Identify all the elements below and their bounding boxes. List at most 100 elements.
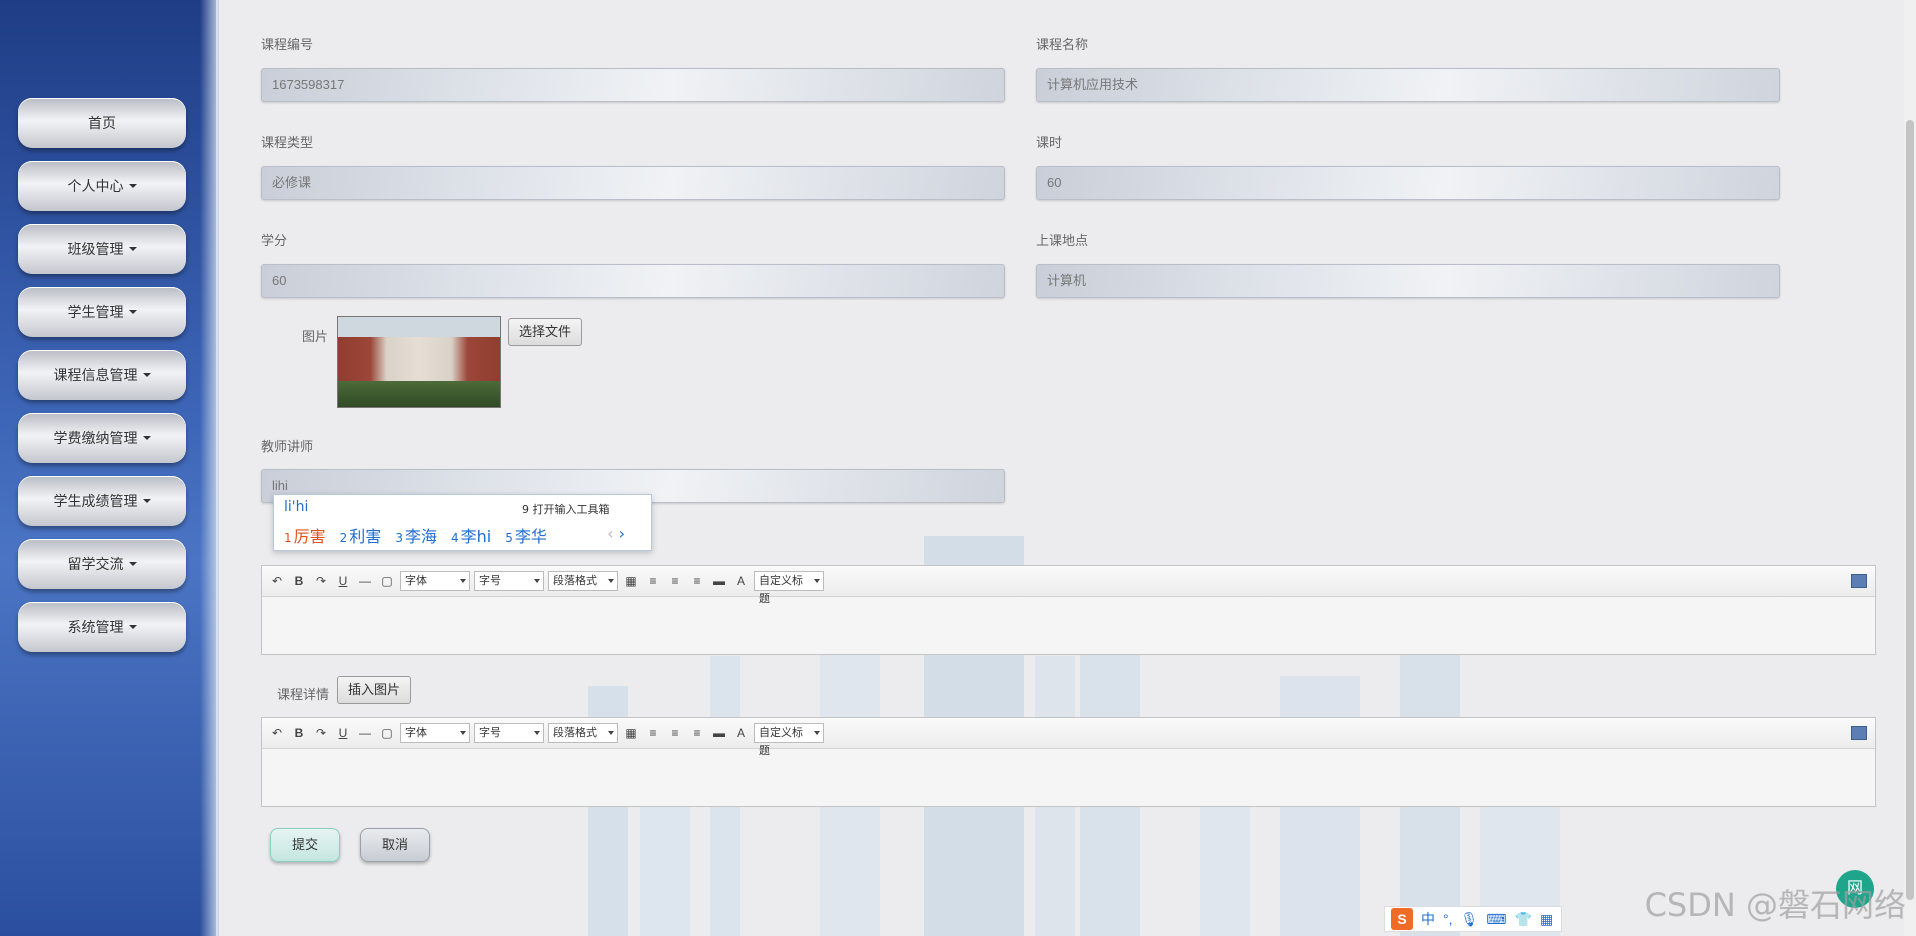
sidebar-item-personal-center[interactable]: 个人中心 [18,161,186,211]
sidebar-item-tuition[interactable]: 学费缴纳管理 [18,413,186,463]
candidate-number: 5 [505,531,513,545]
caret-down-icon [128,184,137,188]
justify-icon[interactable]: ▬ [710,724,728,742]
sidebar-item-label: 个人中心 [67,178,124,194]
text-color-icon[interactable]: A [732,572,750,590]
location-field[interactable]: 计算机 [1036,264,1780,298]
caret-down-icon [128,625,137,629]
bold-icon[interactable]: B [290,724,308,742]
sidebar-item-system[interactable]: 系统管理 [18,602,186,652]
custom-title-select[interactable]: 自定义标题 [754,571,824,605]
sidebar-item-grades[interactable]: 学生成绩管理 [18,476,186,526]
caret-down-icon [128,562,137,566]
sidebar-item-label: 首页 [88,115,116,131]
submit-button[interactable]: 提交 [270,828,340,862]
align-center-icon[interactable]: ≡ [688,724,706,742]
sidebar-item-label: 学生管理 [67,304,124,320]
paste-icon[interactable]: ▢ [378,724,396,742]
next-page-icon[interactable]: › [619,524,625,543]
caret-down-icon [142,373,151,377]
sidebar-item-home[interactable]: 首页 [18,98,186,148]
align-left-icon[interactable]: ≡ [644,572,662,590]
choose-file-button[interactable]: 选择文件 [508,318,583,346]
sidebar-item-label: 学生成绩管理 [53,493,138,509]
table-icon[interactable]: ▦ [622,572,640,590]
undo-icon[interactable]: ↶ [268,724,286,742]
align-right-icon[interactable]: ≡ [666,572,684,590]
toolbox-grid-icon[interactable]: ▦ [1540,911,1553,928]
ime-candidate[interactable]: 5 李华 [505,523,547,547]
caret-down-icon [142,436,151,440]
course-name-label: 课程名称 [1036,37,1089,52]
sidebar-item-course-info[interactable]: 课程信息管理 [18,350,186,400]
punctuation-icon[interactable]: °, [1443,911,1453,927]
ime-candidate[interactable]: 4 李hi [451,523,491,547]
candidate-text: 李华 [514,527,547,546]
teacher-label: 教师讲师 [261,439,314,454]
ime-candidate[interactable]: 1 厉害 [284,523,326,547]
candidate-text: 李hi [460,527,492,546]
align-left-icon[interactable]: ≡ [644,724,662,742]
paragraph-select[interactable]: 段落格式 [548,571,618,591]
font-select[interactable]: 字体 [400,723,470,743]
text-color-icon[interactable]: A [732,724,750,742]
course-type-field[interactable]: 必修课 [261,166,1005,200]
redo-icon[interactable]: ↷ [312,724,330,742]
justify-icon[interactable]: ▬ [710,572,728,590]
underline-icon[interactable]: U [334,724,352,742]
ime-candidate[interactable]: 3 李海 [395,523,437,547]
prev-page-icon[interactable]: ‹ [607,524,613,543]
ime-pinyin: li'hi [284,499,309,515]
table-icon[interactable]: ▦ [622,724,640,742]
paste-icon[interactable]: ▢ [378,572,396,590]
ime-language-toggle[interactable]: 中 [1421,909,1435,929]
skin-icon[interactable]: 👕 [1515,911,1532,928]
rich-text-editor-2[interactable]: ↶ B ↷ U — ▢ 字体 字号 段落格式 ▦ ≡ ≡ ≡ ▬ A 自定义标题 [261,717,1876,807]
bold-icon[interactable]: B [290,572,308,590]
hours-field[interactable]: 60 [1036,166,1780,200]
credits-field[interactable]: 60 [261,264,1005,298]
course-no-field[interactable]: 1673598317 [261,68,1005,102]
sogou-logo-icon[interactable]: S [1391,908,1413,930]
ime-page-arrows[interactable]: ‹ › [607,524,625,543]
course-type-label: 课程类型 [261,135,314,150]
candidate-number: 4 [450,531,459,545]
caret-down-icon [128,310,137,314]
image-label: 图片 [302,329,329,344]
font-size-select[interactable]: 字号 [474,571,544,591]
sidebar-item-class-management[interactable]: 班级管理 [18,224,186,274]
watermark: CSDN @磐石网络 [1644,886,1906,924]
ime-candidate[interactable]: 2 利害 [340,523,382,547]
caret-down-icon [128,247,137,251]
horizontal-rule-icon[interactable]: — [356,572,374,590]
cancel-button[interactable]: 取消 [360,828,430,862]
microphone-icon[interactable]: 🎙 [1461,911,1479,928]
candidate-text: 李海 [404,527,437,546]
page-scrollbar[interactable] [1904,0,1916,936]
font-size-select[interactable]: 字号 [474,723,544,743]
keyboard-icon[interactable]: ⌨ [1486,911,1506,928]
fullscreen-icon[interactable] [1851,574,1867,588]
ime-toolbox-link[interactable]: 9 打开输入工具箱 [522,501,610,517]
underline-icon[interactable]: U [334,572,352,590]
horizontal-rule-icon[interactable]: — [356,724,374,742]
redo-icon[interactable]: ↷ [312,572,330,590]
sidebar-item-study-abroad[interactable]: 留学交流 [18,539,186,589]
rich-text-editor-1[interactable]: ↶ B ↷ U — ▢ 字体 字号 段落格式 ▦ ≡ ≡ ≡ ▬ A 自定义标题 [261,565,1876,655]
undo-icon[interactable]: ↶ [268,572,286,590]
sidebar-item-label: 系统管理 [67,619,124,635]
font-select[interactable]: 字体 [400,571,470,591]
insert-image-button[interactable]: 插入图片 [337,676,412,704]
detail-label: 课程详情 [277,687,330,702]
paragraph-select[interactable]: 段落格式 [548,723,618,743]
sidebar-item-label: 课程信息管理 [53,367,138,383]
align-right-icon[interactable]: ≡ [666,724,684,742]
scrollbar-thumb[interactable] [1906,120,1914,900]
sidebar-item-student-management[interactable]: 学生管理 [18,287,186,337]
hours-label: 课时 [1036,135,1063,150]
fullscreen-icon[interactable] [1851,726,1867,740]
custom-title-select[interactable]: 自定义标题 [754,723,824,757]
sidebar-item-label: 学费缴纳管理 [53,430,138,446]
course-name-field[interactable]: 计算机应用技术 [1036,68,1780,102]
align-center-icon[interactable]: ≡ [688,572,706,590]
